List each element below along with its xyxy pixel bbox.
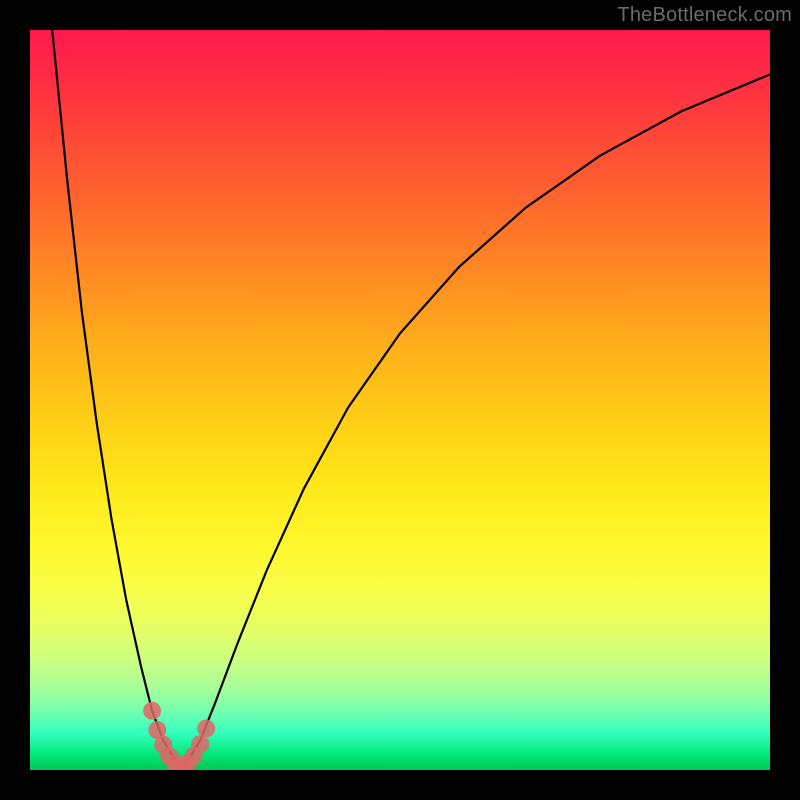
highlight-marker bbox=[191, 735, 209, 753]
chart-canvas: TheBottleneck.com bbox=[0, 0, 800, 800]
watermark-text: TheBottleneck.com bbox=[617, 4, 792, 27]
plot-area bbox=[30, 30, 770, 770]
curve-svg bbox=[30, 30, 770, 770]
highlight-marker bbox=[197, 720, 215, 738]
highlight-marker bbox=[143, 702, 161, 720]
bottleneck-curve bbox=[52, 30, 770, 766]
highlight-markers bbox=[143, 702, 215, 770]
